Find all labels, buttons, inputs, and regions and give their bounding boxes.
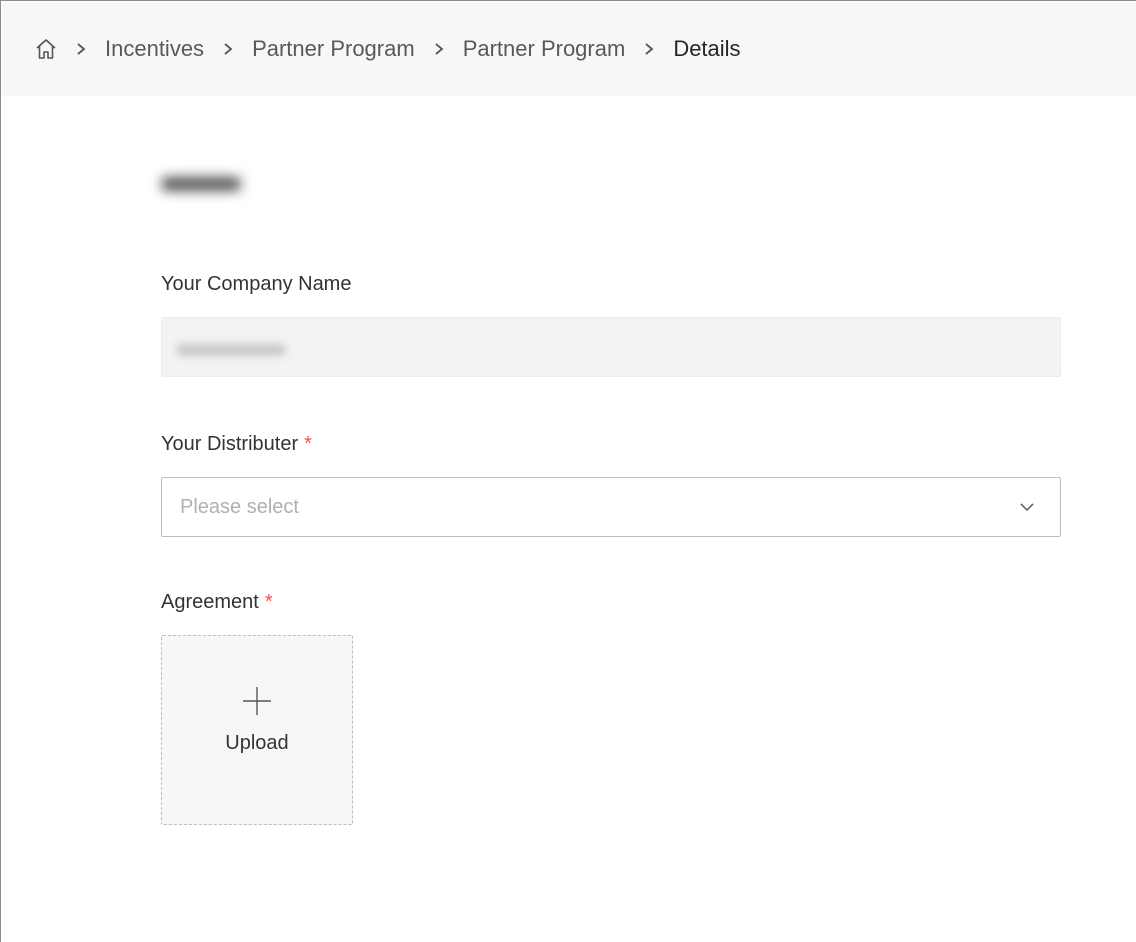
company-name-value-redacted bbox=[176, 344, 286, 356]
chevron-right-icon bbox=[204, 42, 252, 56]
company-name-label: Your Company Name bbox=[161, 273, 352, 295]
chevron-right-icon bbox=[415, 42, 463, 56]
breadcrumb-current: Details bbox=[673, 36, 741, 61]
breadcrumb: Incentives Partner Program Partner Progr… bbox=[2, 2, 1136, 96]
page-frame: Incentives Partner Program Partner Progr… bbox=[0, 0, 1136, 942]
distributer-label: Your Distributer * bbox=[161, 433, 312, 455]
chevron-down-icon bbox=[1018, 498, 1036, 516]
page-title-redacted bbox=[161, 167, 241, 197]
required-mark: * bbox=[304, 433, 312, 455]
breadcrumb-item-partner-program-2[interactable]: Partner Program bbox=[463, 36, 626, 62]
agreement-upload-button[interactable]: Upload bbox=[161, 635, 353, 825]
distributer-placeholder: Please select bbox=[180, 495, 299, 518]
distributer-select[interactable]: Please select bbox=[161, 477, 1061, 537]
breadcrumb-item-incentives[interactable]: Incentives bbox=[105, 36, 204, 62]
company-name-field bbox=[161, 317, 1061, 377]
home-icon[interactable] bbox=[35, 38, 57, 60]
agreement-label: Agreement * bbox=[161, 591, 273, 613]
plus-icon bbox=[240, 684, 274, 718]
breadcrumb-item-partner-program[interactable]: Partner Program bbox=[252, 36, 415, 62]
required-mark: * bbox=[264, 591, 273, 613]
chevron-right-icon bbox=[625, 42, 673, 56]
upload-label: Upload bbox=[225, 732, 289, 754]
chevron-right-icon bbox=[57, 42, 105, 56]
